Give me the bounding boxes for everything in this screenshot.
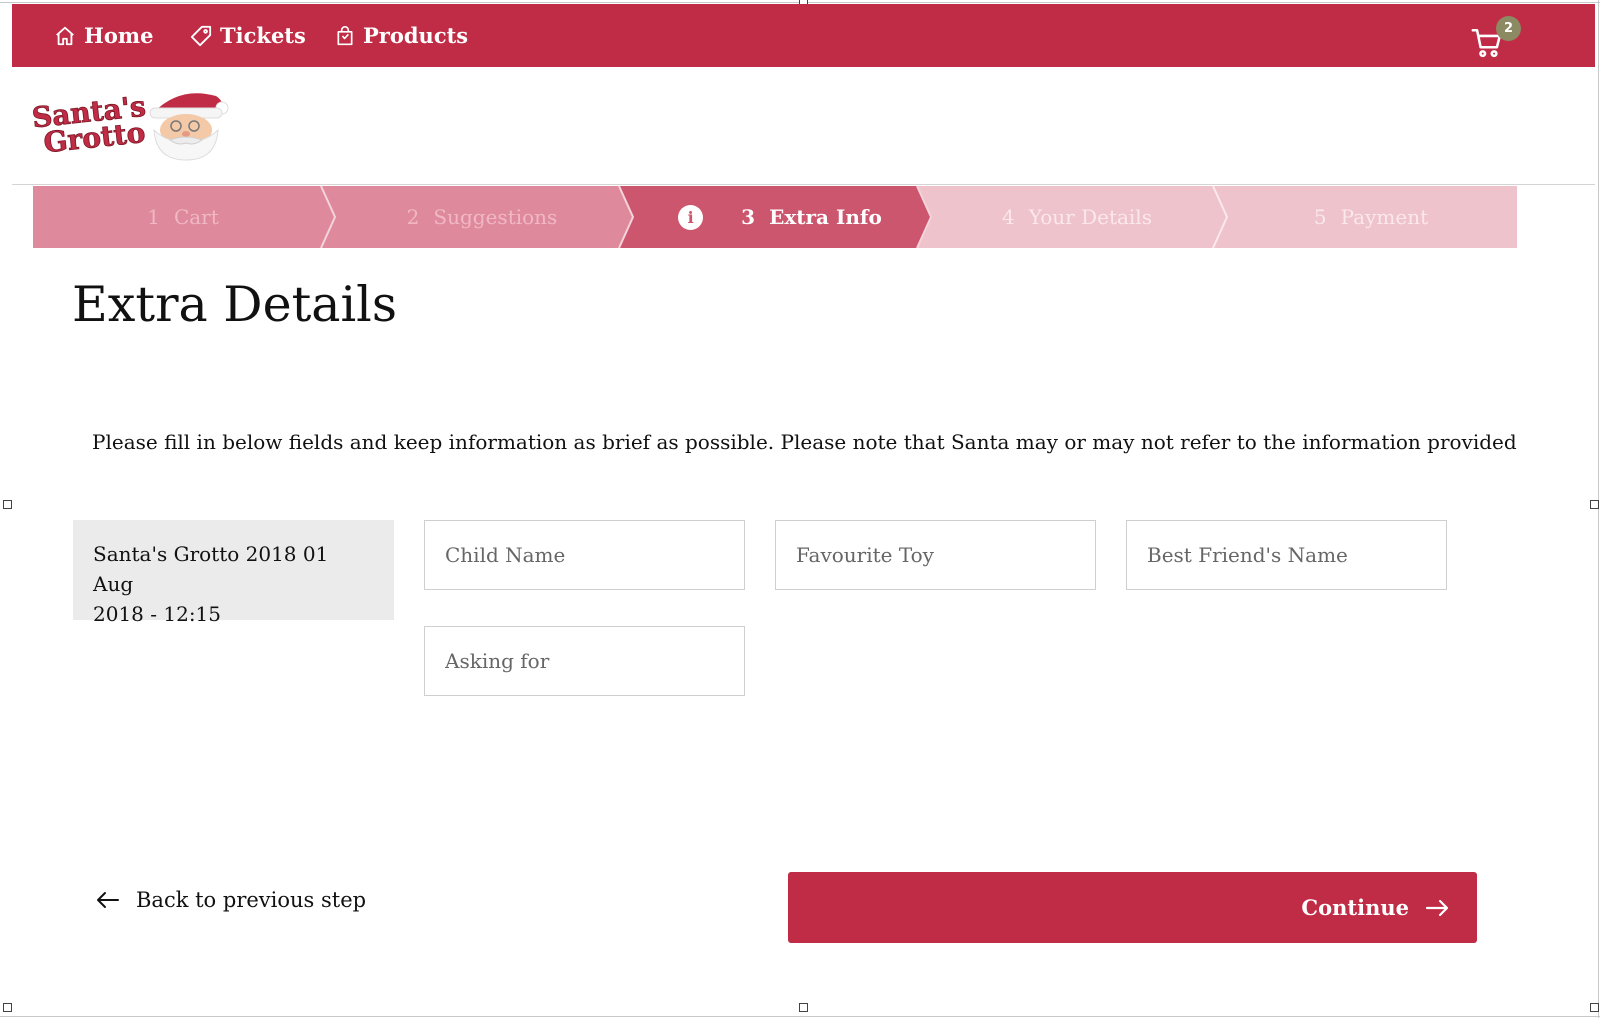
santa-face-icon <box>149 93 229 161</box>
step-cart[interactable]: 1 Cart <box>33 186 333 248</box>
nav-products-link[interactable]: Products <box>335 4 468 67</box>
step-label: Extra Info <box>769 205 882 229</box>
step-number: 5 <box>1313 205 1327 229</box>
step-label: Payment <box>1340 205 1429 229</box>
header-divider <box>12 184 1595 185</box>
booking-line-2: 2018 - 12:15 <box>93 602 222 626</box>
nav-products-label: Products <box>363 23 469 48</box>
santas-grotto-logo[interactable]: Santa's Grotto <box>30 86 230 161</box>
step-label: Your Details <box>1028 205 1152 229</box>
cart-button[interactable]: 2 <box>1470 16 1521 60</box>
arrow-right-icon <box>1425 899 1449 916</box>
page-frame-bottom <box>0 1016 1600 1017</box>
step-payment[interactable]: 5 Payment <box>1225 186 1517 248</box>
logo-graphic: Santa's Grotto <box>30 89 229 161</box>
step-number: 3 <box>741 205 756 229</box>
checkout-progress-steps: 1 Cart 2 Suggestions i 3 Extra Info 4 Yo… <box>33 186 1517 248</box>
step-label: Cart <box>173 205 219 229</box>
top-nav-bar: Home Tickets Products 2 <box>12 4 1595 67</box>
arrow-left-icon <box>97 892 119 908</box>
nav-home-link[interactable]: Home <box>54 4 153 67</box>
step-label: Suggestions <box>433 205 558 229</box>
back-to-previous-step-link[interactable]: Back to previous step <box>96 888 366 912</box>
booking-summary: Santa's Grotto 2018 01 Aug 2018 - 12:15 <box>73 520 394 626</box>
nav-home-label: Home <box>84 23 154 48</box>
step-number: 1 <box>147 205 160 229</box>
step-number: 4 <box>1002 205 1015 229</box>
asking-for-input[interactable] <box>424 626 745 696</box>
resize-handle[interactable] <box>3 500 12 509</box>
favourite-toy-input[interactable] <box>775 520 1096 590</box>
resize-handle[interactable] <box>1590 500 1599 509</box>
resize-handle[interactable] <box>799 1003 808 1012</box>
nav-tickets-link[interactable]: Tickets <box>190 4 306 67</box>
continue-button[interactable]: Continue <box>788 872 1477 943</box>
step-suggestions[interactable]: 2 Suggestions <box>333 186 631 248</box>
back-link-label: Back to previous step <box>136 888 367 912</box>
child-name-input[interactable] <box>424 520 745 590</box>
continue-label: Continue <box>1301 895 1409 920</box>
booking-line-1: Santa's Grotto 2018 01 Aug <box>93 542 329 596</box>
cart-count-badge: 2 <box>1496 16 1521 41</box>
instructions-text: Please fill in below fields and keep inf… <box>92 430 1517 454</box>
info-icon: i <box>678 204 704 230</box>
best-friend-name-input[interactable] <box>1126 520 1447 590</box>
step-your-details[interactable]: 4 Your Details <box>929 186 1225 248</box>
shopping-bag-icon <box>337 25 353 45</box>
resize-handle[interactable] <box>1590 1003 1599 1012</box>
home-icon <box>56 26 74 45</box>
ticket-icon <box>190 25 212 46</box>
resize-handle[interactable] <box>3 1003 12 1012</box>
nav-tickets-label: Tickets <box>220 23 306 48</box>
page-title: Extra Details <box>72 276 397 333</box>
step-extra-info[interactable]: i 3 Extra Info <box>631 186 929 248</box>
step-number: 2 <box>406 205 420 229</box>
page-frame-right <box>1598 0 1599 1018</box>
